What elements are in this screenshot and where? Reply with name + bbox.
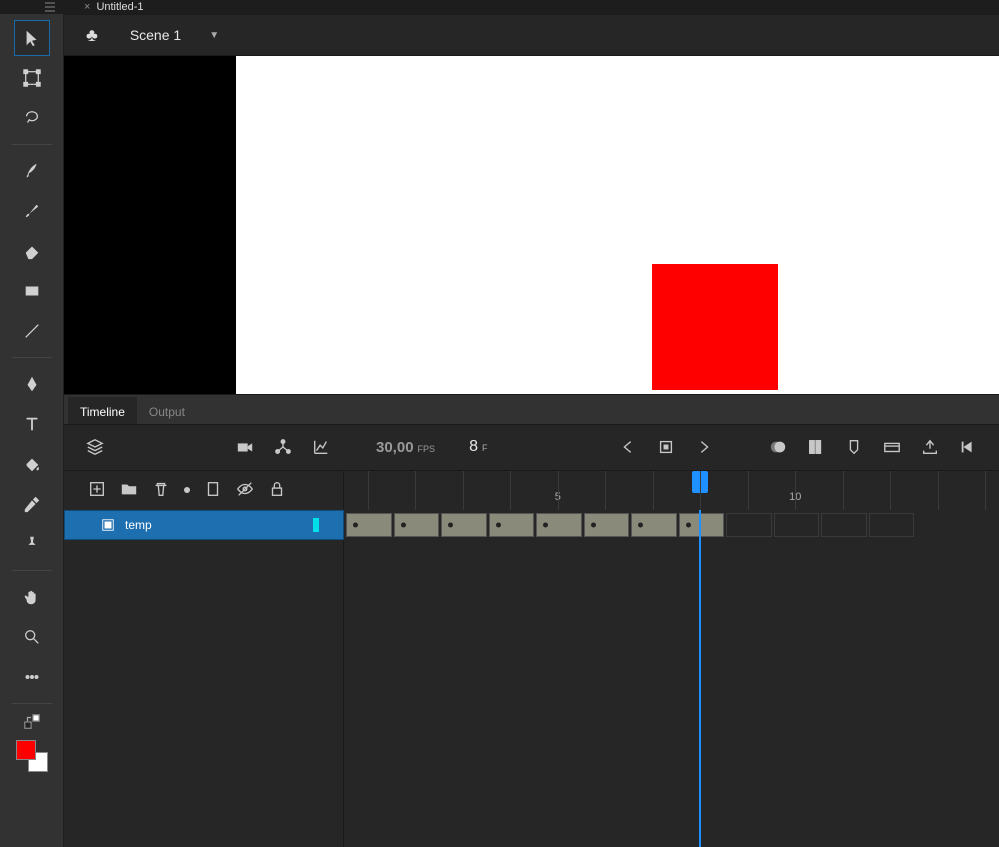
panel-menu-icon[interactable] (44, 2, 56, 12)
graph-icon[interactable] (308, 434, 334, 460)
scene-label: Scene 1 (130, 27, 181, 43)
export-button[interactable] (917, 434, 943, 460)
camera-icon[interactable] (232, 434, 258, 460)
fps-label: FPS (418, 444, 436, 454)
rectangle-tool[interactable] (14, 273, 50, 309)
frame-cell[interactable] (489, 513, 535, 537)
frame-label: F (482, 443, 488, 453)
stage-canvas[interactable] (236, 56, 999, 394)
free-transform-tool[interactable] (14, 60, 50, 96)
loop-button[interactable] (955, 434, 981, 460)
swap-colors-icon[interactable] (14, 712, 50, 732)
new-folder-button[interactable] (120, 480, 138, 501)
tab-output[interactable]: Output (137, 397, 197, 424)
layer-header-controls (64, 471, 344, 510)
onion-skin-button[interactable] (765, 434, 791, 460)
tab-close-icon[interactable]: × (78, 1, 96, 13)
timeline-layer-area: temp (64, 510, 999, 847)
selection-tool[interactable] (14, 20, 50, 56)
layers-icon[interactable] (82, 434, 108, 460)
frame-cell[interactable] (584, 513, 630, 537)
highlight-layer-toggle[interactable] (184, 487, 190, 493)
tab-timeline[interactable]: Timeline (68, 397, 137, 424)
empty-frame-cell[interactable] (821, 513, 867, 537)
layer-row[interactable]: temp (64, 510, 999, 540)
visibility-toggle[interactable] (236, 480, 254, 501)
empty-frame-cell[interactable] (774, 513, 820, 537)
marker-button[interactable] (841, 434, 867, 460)
panel-tabstrip: Timeline Output (64, 394, 999, 424)
edit-multiple-frames-button[interactable] (803, 434, 829, 460)
pin-tool[interactable] (14, 526, 50, 562)
eyedropper-tool[interactable] (14, 486, 50, 522)
layer-header-row: 5 10 (64, 470, 999, 510)
document-tab-title[interactable]: Untitled-1 (96, 1, 143, 13)
frame-view-button[interactable] (879, 434, 905, 460)
outline-toggle[interactable] (204, 480, 222, 501)
stage-shape-rectangle[interactable] (652, 264, 778, 390)
delete-layer-button[interactable] (152, 480, 170, 501)
timeline-frames-track[interactable] (344, 510, 999, 540)
chevron-down-icon: ▼ (209, 30, 219, 41)
layer-parenting-icon[interactable] (270, 434, 296, 460)
fps-value: 30,00 (376, 439, 414, 456)
fill-color-swatch[interactable] (16, 740, 36, 760)
hand-tool[interactable] (14, 579, 50, 615)
text-tool[interactable] (14, 406, 50, 442)
frame-cell[interactable] (441, 513, 487, 537)
pen-tool[interactable] (14, 366, 50, 402)
layer-name: temp (125, 518, 152, 532)
frame-cell[interactable] (346, 513, 392, 537)
fps-display[interactable]: 30,00 FPS (376, 439, 435, 456)
step-forward-button[interactable] (691, 434, 717, 460)
frame-cell[interactable] (631, 513, 677, 537)
step-back-button[interactable] (615, 434, 641, 460)
layer-row-header[interactable]: temp (64, 510, 344, 540)
frame-value: 8 (469, 438, 478, 456)
fluid-brush-tool[interactable] (14, 153, 50, 189)
lock-toggle[interactable] (268, 480, 286, 501)
layer-outline-color[interactable] (313, 518, 319, 532)
timeline-frames-empty[interactable] (344, 540, 999, 847)
brush-tool[interactable] (14, 193, 50, 229)
frame-cell[interactable] (536, 513, 582, 537)
stop-button[interactable] (653, 434, 679, 460)
paint-bucket-tool[interactable] (14, 446, 50, 482)
current-frame-display[interactable]: 8 F (469, 438, 487, 456)
edit-bar: ♣ Scene 1 ▼ (64, 14, 999, 56)
frame-cell[interactable] (394, 513, 440, 537)
document-tabstrip: × Untitled-1 (0, 0, 999, 14)
layer-list-empty (64, 540, 344, 847)
new-layer-button[interactable] (88, 480, 106, 501)
zoom-tool[interactable] (14, 619, 50, 655)
stage-viewport[interactable] (64, 56, 999, 394)
line-tool[interactable] (14, 313, 50, 349)
timeline-toolbar: 30,00 FPS 8 F (64, 424, 999, 470)
empty-frame-cell[interactable] (869, 513, 915, 537)
timeline-ruler[interactable]: 5 10 (344, 471, 999, 510)
empty-frame-cell[interactable] (726, 513, 772, 537)
tools-panel (0, 14, 64, 847)
layer-type-icon (101, 518, 115, 532)
color-swatch[interactable] (16, 740, 48, 772)
frame-cell[interactable] (679, 513, 725, 537)
scene-dropdown[interactable]: Scene 1 ▼ (130, 27, 219, 43)
scene-icon: ♣ (86, 25, 98, 46)
lasso-tool[interactable] (14, 100, 50, 136)
more-tools-icon[interactable] (14, 659, 50, 695)
eraser-tool[interactable] (14, 233, 50, 269)
